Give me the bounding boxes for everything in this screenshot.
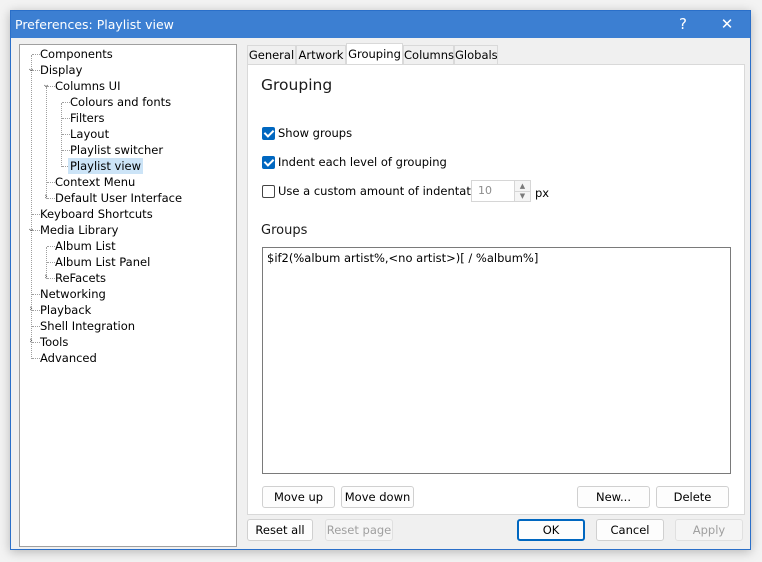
groups-list-item[interactable]: $if2(%album artist%,<no artist>)[ / %alb… xyxy=(267,251,726,265)
window-title: Preferences: Playlist view xyxy=(15,17,174,32)
indent-levels-checkbox[interactable] xyxy=(262,156,275,169)
indent-spinner[interactable]: ▲ ▼ xyxy=(514,180,531,202)
tree-line xyxy=(32,214,40,215)
expand-playback-icon[interactable]: › xyxy=(26,301,36,317)
tree-line xyxy=(62,118,70,119)
tree-item-shell-integration[interactable]: Shell Integration xyxy=(40,318,135,334)
tree-item-colours-and-fonts[interactable]: Colours and fonts xyxy=(70,94,171,110)
expand-tools-icon[interactable]: › xyxy=(26,333,36,349)
tree-line xyxy=(62,134,70,135)
groups-list[interactable]: $if2(%album artist%,<no artist>)[ / %alb… xyxy=(262,247,731,474)
tab-columns[interactable]: Columns xyxy=(403,45,454,64)
spin-down-icon[interactable]: ▼ xyxy=(515,191,530,201)
tab-grouping[interactable]: Grouping xyxy=(346,43,403,64)
help-button[interactable]: ? xyxy=(661,11,705,38)
tree-item-album-list-panel[interactable]: Album List Panel xyxy=(55,254,150,270)
tree-line xyxy=(47,182,55,183)
expand-media-library-icon[interactable]: ⌄ xyxy=(26,221,36,237)
tree-item-filters[interactable]: Filters xyxy=(70,110,104,126)
custom-indent-checkbox[interactable] xyxy=(262,185,275,198)
expand-display-icon[interactable]: ⌄ xyxy=(26,61,36,77)
indent-unit-label: px xyxy=(535,186,550,200)
tree-item-components[interactable]: Components xyxy=(40,46,113,62)
expand-columns-ui-icon[interactable]: ⌄ xyxy=(41,77,51,93)
expand-default-ui-icon[interactable]: › xyxy=(41,189,51,205)
move-down-button[interactable]: Move down xyxy=(341,486,414,508)
preferences-tree[interactable]: ⌄ ⌄ › ⌄ › › › Components Display Columns… xyxy=(19,44,237,547)
show-groups-checkbox[interactable] xyxy=(262,127,275,140)
tree-line xyxy=(47,262,55,263)
tree-item-playlist-switcher[interactable]: Playlist switcher xyxy=(70,142,163,158)
tree-line xyxy=(32,358,40,359)
tree-item-columns-ui[interactable]: Columns UI xyxy=(55,78,121,94)
tree-item-default-user-interface[interactable]: Default User Interface xyxy=(55,190,182,206)
page-title: Grouping xyxy=(261,76,333,94)
tree-item-advanced[interactable]: Advanced xyxy=(40,350,97,366)
close-button[interactable]: ✕ xyxy=(705,11,749,38)
tab-general[interactable]: General xyxy=(247,45,296,64)
tree-item-album-list[interactable]: Album List xyxy=(55,238,116,254)
show-groups-label[interactable]: Show groups xyxy=(278,127,352,140)
custom-indent-label[interactable]: Use a custom amount of indentation: xyxy=(278,185,492,198)
tree-line xyxy=(32,294,40,295)
cancel-button[interactable]: Cancel xyxy=(596,519,664,541)
preferences-window: Preferences: Playlist view ? ✕ ⌄ ⌄ › ⌄ ›… xyxy=(10,10,751,550)
tree-item-display[interactable]: Display xyxy=(40,62,82,78)
new-button[interactable]: New... xyxy=(577,486,650,508)
title-bar[interactable]: Preferences: Playlist view ? ✕ xyxy=(11,11,750,38)
tab-globals[interactable]: Globals xyxy=(454,45,498,64)
tree-item-playback[interactable]: Playback xyxy=(40,302,91,318)
tree-line xyxy=(32,326,40,327)
indent-levels-label[interactable]: Indent each level of grouping xyxy=(278,156,447,169)
tree-line xyxy=(47,246,55,247)
tree-item-playlist-view[interactable]: Playlist view xyxy=(68,158,144,174)
tree-item-tools[interactable]: Tools xyxy=(40,334,68,350)
tree-item-keyboard-shortcuts[interactable]: Keyboard Shortcuts xyxy=(40,206,153,222)
apply-button[interactable]: Apply xyxy=(675,519,743,541)
tree-item-refacets[interactable]: ReFacets xyxy=(55,270,106,286)
tree-line xyxy=(62,102,70,103)
reset-page-button[interactable]: Reset page xyxy=(325,519,393,541)
tree-line xyxy=(32,54,40,55)
tree-item-media-library[interactable]: Media Library xyxy=(40,222,118,238)
ok-button[interactable]: OK xyxy=(517,519,585,541)
expand-refacets-icon[interactable]: › xyxy=(41,269,51,285)
tree-item-networking[interactable]: Networking xyxy=(40,286,106,302)
tree-line xyxy=(62,150,70,151)
tree-item-context-menu[interactable]: Context Menu xyxy=(55,174,135,190)
move-up-button[interactable]: Move up xyxy=(262,486,335,508)
indent-amount-input[interactable]: 10 xyxy=(471,180,515,202)
reset-all-button[interactable]: Reset all xyxy=(247,519,313,541)
grouping-panel: Grouping Show groups Indent each level o… xyxy=(247,64,745,515)
tree-line xyxy=(61,103,62,167)
delete-button[interactable]: Delete xyxy=(656,486,729,508)
tab-artwork[interactable]: Artwork xyxy=(296,45,346,64)
groups-heading: Groups xyxy=(261,223,308,238)
tree-item-layout[interactable]: Layout xyxy=(70,126,109,142)
